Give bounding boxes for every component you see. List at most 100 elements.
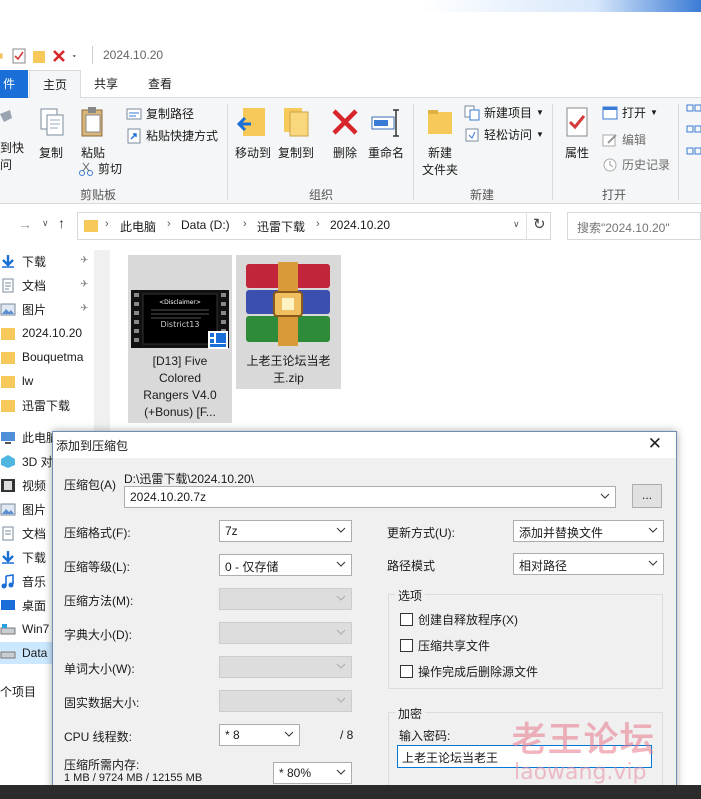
dictionary-select[interactable] — [219, 622, 352, 644]
tab-view[interactable]: 查看 — [136, 70, 184, 98]
address-divider — [526, 212, 527, 240]
compress-shared-checkbox[interactable]: 压缩共享文件 — [400, 637, 490, 654]
dictionary-label: 字典大小(D): — [64, 628, 132, 642]
solid-block-select[interactable] — [219, 690, 352, 712]
desktop-icon — [1, 599, 15, 610]
refresh-icon[interactable]: ↻ — [533, 215, 546, 233]
address-dropdown-icon[interactable]: ∨ — [513, 219, 520, 230]
nav-item-music[interactable]: 音乐 — [0, 570, 46, 592]
nav-item-3d[interactable]: 3D 对 — [0, 450, 53, 472]
breadcrumb-item[interactable]: 2024.10.20 — [330, 218, 390, 232]
create-sfx-checkbox[interactable]: 创建自释放程序(X) — [400, 611, 518, 628]
delete-label: 删除 — [332, 146, 357, 160]
pin-icon[interactable]: ✈ — [80, 279, 88, 290]
nav-item-data-drive[interactable]: Data — [0, 642, 60, 664]
memory-usage-select[interactable]: * 80% — [273, 762, 352, 784]
history-button[interactable]: 历史记录 — [602, 156, 670, 173]
file-name-line: [D13] Five — [152, 354, 208, 368]
cpu-threads-select[interactable]: * 8 — [219, 724, 300, 746]
level-select[interactable]: 0 - 仅存储 — [219, 554, 352, 576]
new-item-button[interactable]: 新建项目 ▼ — [464, 104, 544, 121]
copy-path-button[interactable]: 复制路径 — [126, 105, 194, 122]
path-mode-label: 路径模式 — [387, 559, 436, 573]
paste-button[interactable]: 粘贴 — [77, 106, 109, 161]
nav-item-xunlei[interactable]: 迅雷下载 — [0, 394, 70, 416]
nav-item-this-pc[interactable]: 此电脑 — [0, 426, 58, 448]
nav-item-label: 迅雷下载 — [22, 398, 71, 413]
new-item-icon — [464, 105, 480, 120]
nav-item-label: Bouquetma — [22, 350, 84, 364]
word-size-select[interactable] — [219, 656, 352, 678]
breadcrumb-item[interactable]: 迅雷下载 — [257, 218, 305, 235]
3d-objects-icon — [1, 454, 15, 468]
copy-to-icon — [284, 108, 309, 137]
qat-dropdown-icon[interactable] — [72, 48, 80, 64]
breadcrumb-separator-icon: › — [316, 218, 320, 230]
document-icon — [2, 526, 14, 540]
update-mode-select[interactable]: 添加并替换文件 — [513, 520, 664, 542]
properties-button[interactable]: 属性 — [560, 106, 594, 161]
nav-item-lw[interactable]: lw — [0, 370, 33, 392]
nav-item-2024-10-20[interactable]: 2024.10.20 — [0, 322, 82, 344]
ribbon-divider — [678, 104, 679, 200]
nav-item-desktop[interactable]: 桌面 — [0, 594, 46, 616]
tab-file[interactable]: 件 — [0, 70, 28, 98]
nav-item-win7[interactable]: Win7 — [0, 618, 49, 640]
method-select[interactable] — [219, 588, 352, 610]
up-arrow-icon[interactable]: ↑ — [58, 215, 65, 231]
nav-item-documents-2[interactable]: 文档 — [0, 522, 46, 544]
new-folder-icon[interactable] — [32, 48, 46, 64]
nav-item-downloads-2[interactable]: 下载 — [0, 546, 46, 568]
nav-item-downloads[interactable]: 下载 — [0, 250, 46, 272]
easy-access-button[interactable]: 轻松访问 ▼ — [464, 126, 544, 143]
app-badge-icon — [208, 331, 228, 349]
edit-button[interactable]: 编辑 — [602, 131, 646, 148]
organize-group-label: 组织 — [309, 188, 334, 202]
breadcrumb-item[interactable]: Data (D:) — [181, 218, 230, 232]
thumbnail-title: <Disclaimer> — [159, 299, 201, 306]
new-folder-button[interactable]: 新建 文件夹 — [420, 106, 460, 178]
tab-share[interactable]: 共享 — [82, 70, 130, 98]
delete-icon[interactable] — [52, 48, 66, 64]
watermark-url: laowang.vip — [514, 760, 647, 785]
format-select[interactable]: 7z — [219, 520, 352, 542]
close-icon[interactable]: ✕ — [648, 434, 662, 454]
nav-item-pictures[interactable]: 图片 — [0, 298, 46, 320]
paste-shortcut-button[interactable]: 粘贴快捷方式 — [126, 127, 218, 144]
dialog-title-bar: 添加到压缩包 ✕ — [53, 432, 676, 458]
breadcrumb-separator-icon: › — [243, 218, 247, 230]
pin-label-1: 定到快 — [0, 141, 25, 155]
nav-item-label: 下载 — [22, 254, 47, 269]
nav-item-label: 图片 — [22, 502, 47, 517]
file-name: 上老王论坛当老 王.zip — [238, 353, 339, 387]
nav-item-bouquetma[interactable]: Bouquetma — [0, 346, 83, 368]
delete-after-checkbox[interactable]: 操作完成后删除源文件 — [400, 663, 538, 680]
copy-button[interactable]: 复制 — [36, 106, 66, 161]
pin-quick-access-button[interactable]: 定到快 访问 — [0, 108, 28, 173]
open-button[interactable]: 打开 ▼ — [602, 104, 658, 121]
forward-arrow-icon[interactable]: → — [18, 216, 32, 232]
tab-home[interactable]: 主页 — [29, 70, 81, 99]
cut-button[interactable]: 剪切 — [78, 160, 122, 177]
nav-item-videos[interactable]: 视频 — [0, 474, 46, 496]
recent-dropdown-icon[interactable]: ∨ — [42, 218, 49, 229]
pin-icon[interactable]: ✈ — [80, 303, 88, 314]
select-group-icon[interactable] — [686, 104, 701, 164]
path-mode-select[interactable]: 相对路径 — [513, 553, 664, 575]
breadcrumb-item[interactable]: 此电脑 — [120, 218, 156, 235]
archive-name-input[interactable]: 2024.10.20.7z — [124, 486, 616, 508]
search-input[interactable]: 搜索"2024.10.20" — [567, 212, 701, 240]
nav-item-label: 文档 — [22, 526, 47, 541]
new-group-label: 新建 — [470, 188, 495, 202]
copy-to-button[interactable]: 复制到 — [276, 106, 316, 161]
nav-item-pictures-2[interactable]: 图片 — [0, 498, 46, 520]
nav-item-documents[interactable]: 文档 — [0, 274, 46, 296]
move-to-button[interactable]: 移动到 — [233, 106, 273, 161]
properties-icon[interactable] — [0, 48, 6, 64]
pin-icon[interactable]: ✈ — [80, 255, 88, 266]
checklist-icon[interactable] — [12, 48, 26, 64]
delete-button[interactable]: 删除 — [329, 106, 361, 161]
rename-button[interactable]: 重命名 — [366, 106, 406, 161]
video-icon — [1, 478, 15, 492]
browse-button[interactable]: ... — [632, 484, 662, 508]
